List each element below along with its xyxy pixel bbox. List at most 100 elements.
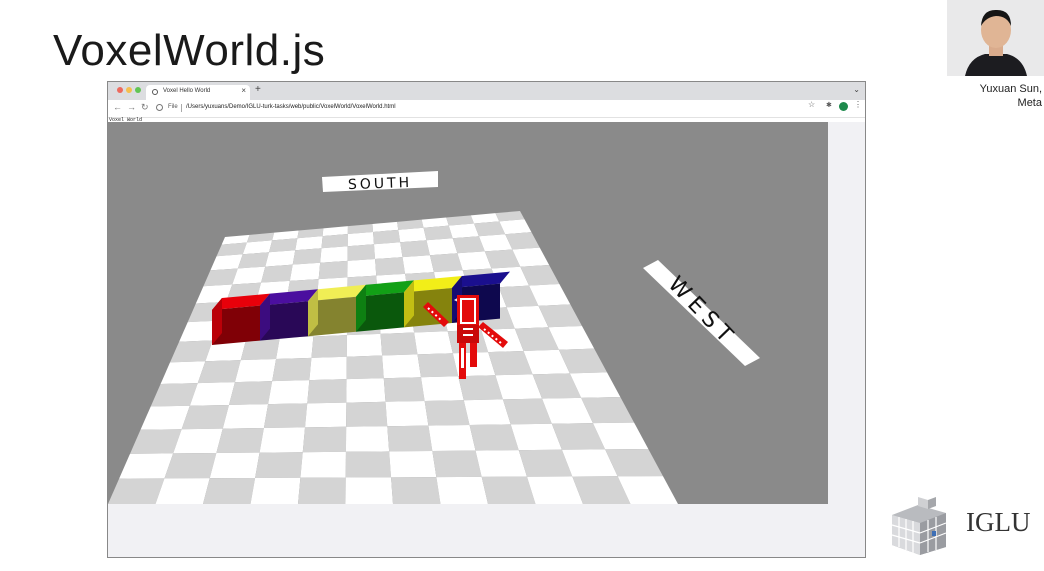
toolbar: ← → ↻ File /Users/yuxuans/Demo/IGLU-turk…: [108, 100, 865, 118]
floor-tile: [469, 424, 519, 451]
floor-tile: [276, 336, 314, 359]
browser-window: Voxel Hello World × + ⌄ ← → ↻ File /User…: [107, 81, 866, 558]
floor-tile: [345, 426, 390, 452]
menu-icon[interactable]: ⋮: [854, 100, 862, 109]
tab-bar: Voxel Hello World × + ⌄: [108, 82, 865, 100]
floor-tile: [402, 255, 434, 274]
floor-tile: [347, 244, 376, 261]
floor-tile: [383, 377, 425, 402]
floor-tile: [320, 246, 348, 263]
speaker-portrait: [947, 0, 1044, 76]
page-margin-bottom: [108, 504, 865, 557]
forward-button[interactable]: →: [127, 102, 136, 112]
address-bar[interactable]: File /Users/yuxuans/Demo/IGLU-turk-tasks…: [154, 103, 824, 114]
floor-tile: [300, 451, 346, 478]
new-tab-button[interactable]: +: [255, 84, 261, 95]
divider: [181, 104, 182, 112]
back-button[interactable]: ←: [113, 102, 122, 112]
floor-tile: [250, 477, 301, 504]
floor-tile: [448, 223, 479, 239]
iglu-logo-text: IGLU: [966, 507, 1031, 537]
extensions-icon[interactable]: ✱: [826, 101, 832, 109]
speaker-affiliation: Meta: [1017, 97, 1042, 109]
floor-tile: [345, 451, 392, 478]
floor-tile: [302, 426, 347, 453]
floor-tile: [389, 450, 437, 478]
floor-tile: [289, 262, 321, 281]
floor-tile: [375, 257, 406, 276]
floor-tile: [255, 452, 303, 478]
info-icon[interactable]: [156, 104, 163, 111]
floor-tile: [209, 452, 260, 479]
floor-tile: [429, 253, 463, 273]
floor-tile: [373, 242, 403, 259]
reload-button[interactable]: ↻: [141, 102, 149, 113]
tab-voxel-hello-world[interactable]: Voxel Hello World ×: [146, 85, 250, 100]
floor-tile: [380, 332, 418, 356]
floor-tile: [311, 335, 347, 358]
floor-tile: [414, 331, 453, 355]
floor-tile: [373, 229, 401, 245]
floor-tile: [228, 381, 273, 405]
floor-tile: [347, 231, 374, 247]
floor-tile: [268, 380, 310, 405]
url-text[interactable]: /Users/yuxuans/Demo/IGLU-turk-tasks/web/…: [186, 104, 396, 110]
floor-tile: [295, 236, 323, 251]
floor-tile: [309, 356, 347, 381]
floor-tile: [424, 400, 470, 426]
floor-tile: [346, 355, 384, 380]
floor-tile: [436, 476, 488, 504]
floor-tile: [458, 375, 503, 401]
slide-title: VoxelWorld.js: [53, 26, 326, 75]
floor-tile: [420, 376, 464, 401]
floor-tile: [321, 234, 348, 249]
floor-tile: [400, 240, 430, 258]
floor-tile: [387, 425, 433, 452]
floor-tile: [382, 354, 421, 379]
floor-tile: [298, 477, 346, 504]
window-close-button[interactable]: [117, 87, 123, 93]
close-tab-icon[interactable]: ×: [241, 86, 246, 95]
floor-tile: [426, 238, 458, 256]
speaker-video: [947, 0, 1044, 76]
window-minimize-button[interactable]: [126, 87, 132, 93]
sign-south-text: SOUTH: [348, 175, 413, 193]
floor-tile: [292, 248, 322, 265]
floor-tile: [305, 402, 347, 428]
floor-tile: [346, 378, 386, 403]
floor-tile: [265, 250, 296, 267]
star-icon[interactable]: ☆: [808, 100, 815, 109]
floor-tile: [307, 379, 347, 404]
voxel-world-canvas[interactable]: SOUTH WEST: [108, 122, 828, 504]
speaker-name: Yuxuan Sun, Meta: [980, 82, 1042, 110]
floor-tile: [345, 477, 393, 504]
floor-tile: [398, 227, 427, 243]
floor-tile: [203, 477, 256, 504]
window-maximize-button[interactable]: [135, 87, 141, 93]
globe-icon: [152, 89, 158, 95]
floor-tile: [164, 453, 217, 479]
iglu-logo-graphic: [891, 497, 947, 555]
floor-tile: [222, 404, 269, 429]
tab-title: Voxel Hello World: [163, 88, 211, 94]
floor-tile: [155, 478, 210, 504]
floor-tile: [347, 258, 377, 278]
floor-tile: [346, 333, 383, 357]
scheme-label: File: [168, 104, 178, 110]
floor-tile: [391, 477, 441, 504]
floor-tile: [475, 450, 528, 477]
floor-tile: [428, 424, 476, 451]
chevron-down-icon[interactable]: ⌄: [853, 85, 860, 94]
floor-tile: [173, 428, 223, 454]
floor-tile: [272, 357, 312, 382]
voxel-scene: SOUTH WEST: [108, 122, 828, 504]
profile-avatar[interactable]: [839, 102, 848, 111]
floor-tile: [261, 264, 293, 283]
floor-tile: [423, 225, 453, 241]
floor-tile: [216, 427, 264, 454]
floor-tile: [242, 240, 273, 255]
floor-tile: [463, 399, 511, 425]
floor-tile: [385, 400, 429, 427]
floor-tile: [417, 353, 459, 378]
iglu-logo-icon: [888, 495, 960, 555]
